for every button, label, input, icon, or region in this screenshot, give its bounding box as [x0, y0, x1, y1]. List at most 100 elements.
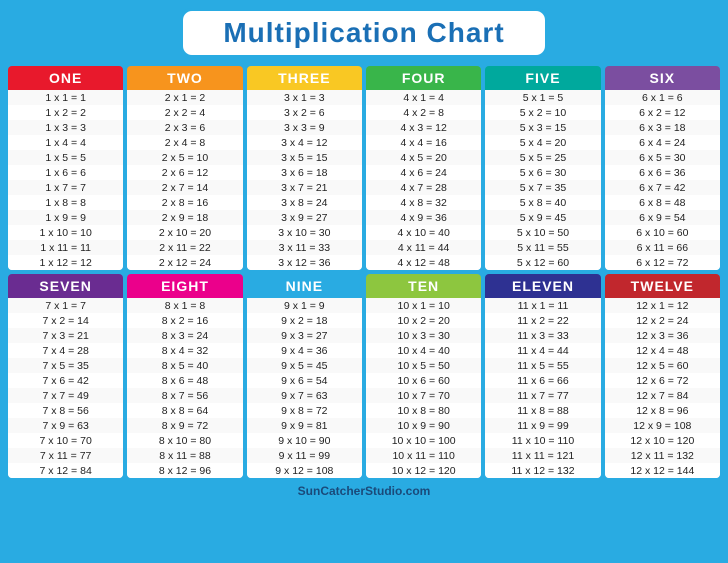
row-item: 5 x 1 = 5	[485, 90, 600, 105]
row-item: 7 x 3 = 21	[8, 328, 123, 343]
row-item: 3 x 1 = 3	[247, 90, 362, 105]
row-item: 8 x 11 = 88	[127, 448, 242, 463]
row-item: 8 x 8 = 64	[127, 403, 242, 418]
row-item: 2 x 5 = 10	[127, 150, 242, 165]
row-item: 1 x 6 = 6	[8, 165, 123, 180]
row-item: 9 x 9 = 81	[247, 418, 362, 433]
row-item: 12 x 7 = 84	[605, 388, 720, 403]
row-item: 11 x 11 = 121	[485, 448, 600, 463]
row-item: 1 x 7 = 7	[8, 180, 123, 195]
section-header-five: FIVE	[485, 66, 600, 90]
section-header-nine: NINE	[247, 274, 362, 298]
row-item: 3 x 10 = 30	[247, 225, 362, 240]
row-item: 5 x 3 = 15	[485, 120, 600, 135]
section-body-six: 6 x 1 = 66 x 2 = 126 x 3 = 186 x 4 = 246…	[605, 90, 720, 270]
section-header-two: TWO	[127, 66, 242, 90]
row-item: 4 x 6 = 24	[366, 165, 481, 180]
row-item: 4 x 7 = 28	[366, 180, 481, 195]
row-item: 2 x 2 = 4	[127, 105, 242, 120]
section-header-ten: TEN	[366, 274, 481, 298]
row-item: 10 x 2 = 20	[366, 313, 481, 328]
section-header-twelve: TWELVE	[605, 274, 720, 298]
row-item: 9 x 3 = 27	[247, 328, 362, 343]
row-item: 1 x 11 = 11	[8, 240, 123, 255]
section-header-four: FOUR	[366, 66, 481, 90]
row-item: 5 x 10 = 50	[485, 225, 600, 240]
section-ten: TEN10 x 1 = 1010 x 2 = 2010 x 3 = 3010 x…	[366, 274, 481, 478]
row-item: 10 x 11 = 110	[366, 448, 481, 463]
row-item: 10 x 9 = 90	[366, 418, 481, 433]
row-item: 6 x 8 = 48	[605, 195, 720, 210]
row-item: 10 x 1 = 10	[366, 298, 481, 313]
section-three: THREE3 x 1 = 33 x 2 = 63 x 3 = 93 x 4 = …	[247, 66, 362, 270]
row-item: 5 x 5 = 25	[485, 150, 600, 165]
section-header-one: ONE	[8, 66, 123, 90]
row-item: 8 x 3 = 24	[127, 328, 242, 343]
section-eleven: ELEVEN11 x 1 = 1111 x 2 = 2211 x 3 = 331…	[485, 274, 600, 478]
row-item: 2 x 8 = 16	[127, 195, 242, 210]
row-item: 9 x 11 = 99	[247, 448, 362, 463]
row-item: 11 x 7 = 77	[485, 388, 600, 403]
row-item: 7 x 7 = 49	[8, 388, 123, 403]
row-item: 8 x 2 = 16	[127, 313, 242, 328]
row-item: 12 x 8 = 96	[605, 403, 720, 418]
row-item: 2 x 4 = 8	[127, 135, 242, 150]
row-item: 9 x 8 = 72	[247, 403, 362, 418]
section-header-eleven: ELEVEN	[485, 274, 600, 298]
section-header-three: THREE	[247, 66, 362, 90]
row-item: 4 x 9 = 36	[366, 210, 481, 225]
section-header-seven: SEVEN	[8, 274, 123, 298]
row-item: 10 x 4 = 40	[366, 343, 481, 358]
row-item: 6 x 9 = 54	[605, 210, 720, 225]
row-item: 12 x 5 = 60	[605, 358, 720, 373]
row-item: 8 x 1 = 8	[127, 298, 242, 313]
section-two: TWO2 x 1 = 22 x 2 = 42 x 3 = 62 x 4 = 82…	[127, 66, 242, 270]
row-item: 6 x 12 = 72	[605, 255, 720, 270]
row-item: 9 x 2 = 18	[247, 313, 362, 328]
row-item: 5 x 6 = 30	[485, 165, 600, 180]
row-item: 4 x 4 = 16	[366, 135, 481, 150]
row-item: 10 x 10 = 100	[366, 433, 481, 448]
row-item: 2 x 9 = 18	[127, 210, 242, 225]
row-item: 4 x 1 = 4	[366, 90, 481, 105]
row-item: 11 x 6 = 66	[485, 373, 600, 388]
section-body-twelve: 12 x 1 = 1212 x 2 = 2412 x 3 = 3612 x 4 …	[605, 298, 720, 478]
section-five: FIVE5 x 1 = 55 x 2 = 105 x 3 = 155 x 4 =…	[485, 66, 600, 270]
row-item: 7 x 5 = 35	[8, 358, 123, 373]
row-item: 2 x 6 = 12	[127, 165, 242, 180]
row-item: 11 x 3 = 33	[485, 328, 600, 343]
row-item: 12 x 3 = 36	[605, 328, 720, 343]
row-item: 2 x 3 = 6	[127, 120, 242, 135]
section-body-nine: 9 x 1 = 99 x 2 = 189 x 3 = 279 x 4 = 369…	[247, 298, 362, 478]
section-body-two: 2 x 1 = 22 x 2 = 42 x 3 = 62 x 4 = 82 x …	[127, 90, 242, 270]
row-item: 5 x 8 = 40	[485, 195, 600, 210]
row-item: 4 x 3 = 12	[366, 120, 481, 135]
row-item: 6 x 5 = 30	[605, 150, 720, 165]
row-item: 11 x 4 = 44	[485, 343, 600, 358]
section-twelve: TWELVE12 x 1 = 1212 x 2 = 2412 x 3 = 361…	[605, 274, 720, 478]
row-item: 9 x 1 = 9	[247, 298, 362, 313]
row-item: 12 x 4 = 48	[605, 343, 720, 358]
row-item: 6 x 1 = 6	[605, 90, 720, 105]
row-item: 2 x 12 = 24	[127, 255, 242, 270]
row-item: 2 x 11 = 22	[127, 240, 242, 255]
row-item: 4 x 11 = 44	[366, 240, 481, 255]
row-item: 5 x 7 = 35	[485, 180, 600, 195]
row-item: 3 x 11 = 33	[247, 240, 362, 255]
section-body-eight: 8 x 1 = 88 x 2 = 168 x 3 = 248 x 4 = 328…	[127, 298, 242, 478]
row-item: 8 x 12 = 96	[127, 463, 242, 478]
row-item: 4 x 10 = 40	[366, 225, 481, 240]
row-item: 5 x 9 = 45	[485, 210, 600, 225]
row-item: 6 x 3 = 18	[605, 120, 720, 135]
section-four: FOUR4 x 1 = 44 x 2 = 84 x 3 = 124 x 4 = …	[366, 66, 481, 270]
row-item: 8 x 9 = 72	[127, 418, 242, 433]
row-item: 11 x 10 = 110	[485, 433, 600, 448]
title-container: Multiplication Chart	[180, 8, 547, 58]
row-item: 2 x 10 = 20	[127, 225, 242, 240]
row-item: 9 x 12 = 108	[247, 463, 362, 478]
row-item: 7 x 11 = 77	[8, 448, 123, 463]
row-item: 7 x 6 = 42	[8, 373, 123, 388]
row-item: 1 x 4 = 4	[8, 135, 123, 150]
row-item: 12 x 11 = 132	[605, 448, 720, 463]
section-eight: EIGHT8 x 1 = 88 x 2 = 168 x 3 = 248 x 4 …	[127, 274, 242, 478]
